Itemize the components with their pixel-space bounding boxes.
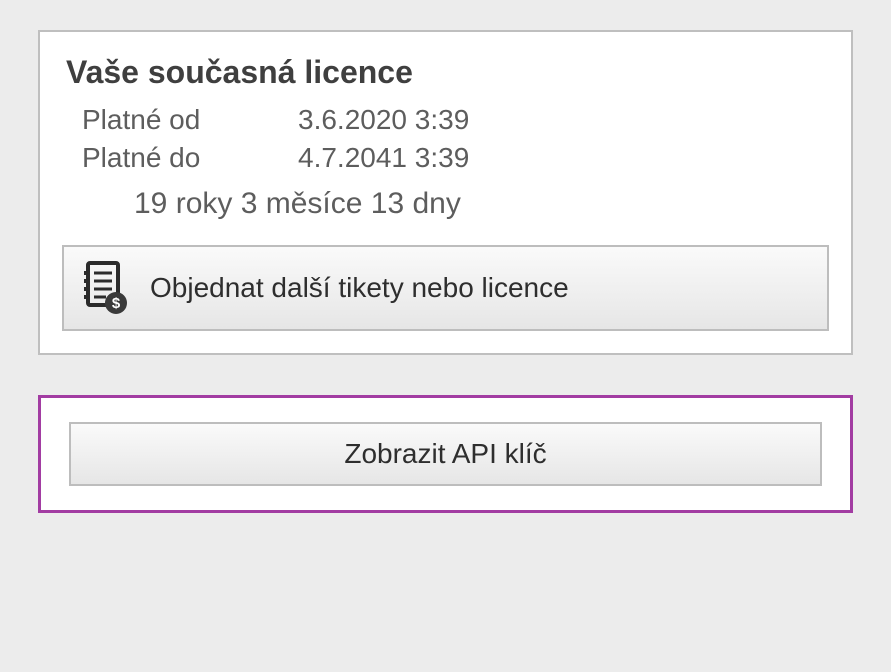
valid-to-label: Platné do	[82, 139, 282, 177]
license-title: Vaše současná licence	[66, 54, 829, 91]
invoice-dollar-icon: $	[82, 261, 130, 315]
api-key-panel: Zobrazit API klíč	[38, 395, 853, 513]
license-dates: Platné od 3.6.2020 3:39 Platné do 4.7.20…	[82, 101, 829, 177]
order-more-button-label: Objednat další tikety nebo licence	[150, 272, 569, 304]
valid-from-label: Platné od	[82, 101, 282, 139]
order-more-button[interactable]: $ Objednat další tikety nebo licence	[62, 245, 829, 331]
svg-text:$: $	[112, 295, 121, 312]
valid-from-value: 3.6.2020 3:39	[298, 101, 829, 139]
license-panel: Vaše současná licence Platné od 3.6.2020…	[38, 30, 853, 355]
valid-to-value: 4.7.2041 3:39	[298, 139, 829, 177]
license-duration: 19 roky 3 měsíce 13 dny	[134, 187, 829, 221]
show-api-key-button-label: Zobrazit API klíč	[344, 438, 546, 470]
show-api-key-button[interactable]: Zobrazit API klíč	[69, 422, 822, 486]
